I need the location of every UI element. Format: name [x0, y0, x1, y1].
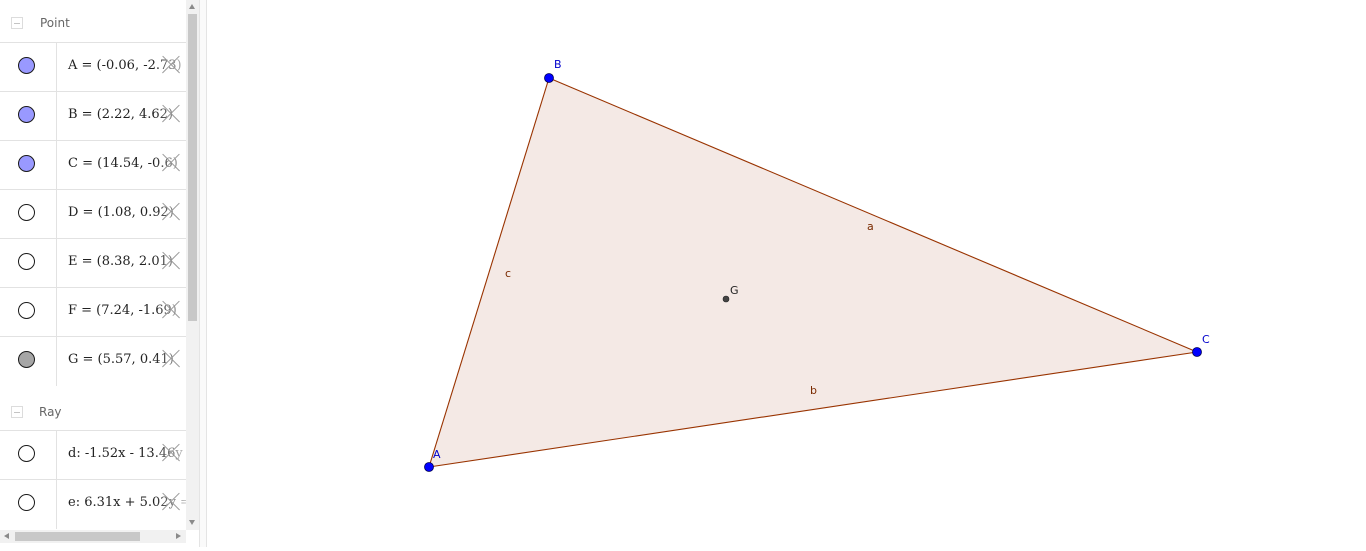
visibility-toggle-icon[interactable] — [18, 57, 35, 74]
visibility-toggle-icon[interactable] — [18, 253, 35, 270]
delete-icon[interactable] — [161, 153, 181, 173]
group-header: Point — [0, 0, 186, 42]
vertical-scrollbar[interactable] — [186, 0, 199, 530]
point-b[interactable] — [544, 73, 554, 83]
horizontal-scrollbar-thumb[interactable] — [15, 532, 140, 541]
vertical-scrollbar-thumb[interactable] — [188, 14, 197, 321]
scroll-left-arrow-icon[interactable] — [4, 533, 9, 539]
algebra-item[interactable]: D = (1.08, 0.92) — [0, 189, 186, 239]
collapse-minus-icon[interactable] — [11, 406, 23, 418]
delete-icon[interactable] — [161, 300, 181, 320]
point-label-b: B — [554, 58, 562, 71]
group-title: Ray — [39, 405, 62, 419]
visibility-cell — [0, 431, 57, 480]
segment-label-a: a — [867, 220, 874, 233]
delete-icon[interactable] — [161, 251, 181, 271]
algebra-item[interactable]: d: -1.52x - 13.46y = — [0, 430, 186, 480]
visibility-toggle-icon[interactable] — [18, 445, 35, 462]
algebra-item[interactable]: G = (5.57, 0.41) — [0, 336, 186, 386]
algebra-item[interactable]: C = (14.54, -0.6) — [0, 140, 186, 190]
visibility-cell — [0, 480, 57, 529]
group-header: Ray — [0, 388, 186, 430]
visibility-toggle-icon[interactable] — [18, 204, 35, 221]
algebra-item[interactable]: F = (7.24, -1.69) — [0, 287, 186, 337]
algebra-item[interactable]: B = (2.22, 4.62) — [0, 91, 186, 141]
algebra-item[interactable]: E = (8.38, 2.01) — [0, 238, 186, 288]
point-label-g: G — [730, 284, 739, 297]
visibility-cell — [0, 92, 57, 141]
scroll-down-arrow-icon[interactable] — [189, 520, 195, 525]
algebra-view: Point A = (-0.06, -2.73) B = (2.22, 4.62) C… — [0, 0, 200, 547]
algebra-item[interactable]: A = (-0.06, -2.73) — [0, 42, 186, 92]
visibility-toggle-icon[interactable] — [18, 302, 35, 319]
visibility-cell — [0, 43, 57, 92]
delete-icon[interactable] — [161, 492, 181, 512]
segment-label-c: c — [505, 267, 511, 280]
algebra-item-text[interactable]: G = (5.57, 0.41) — [68, 352, 174, 367]
algebra-item[interactable]: e: 6.31x + 5.02y = — [0, 479, 186, 529]
delete-icon[interactable] — [161, 202, 181, 222]
algebra-list: Point A = (-0.06, -2.73) B = (2.22, 4.62) C… — [0, 0, 186, 530]
scroll-right-arrow-icon[interactable] — [176, 533, 181, 539]
delete-icon[interactable] — [161, 104, 181, 124]
delete-icon[interactable] — [161, 443, 181, 463]
segment-label-b: b — [810, 384, 817, 397]
visibility-cell — [0, 141, 57, 190]
collapse-minus-icon[interactable] — [11, 17, 23, 29]
visibility-cell — [0, 337, 57, 386]
algebra-item-text[interactable]: B = (2.22, 4.62) — [68, 107, 173, 122]
delete-icon[interactable] — [161, 349, 181, 369]
visibility-cell — [0, 288, 57, 337]
point-label-a: A — [433, 448, 441, 461]
algebra-item-text[interactable]: E = (8.38, 2.01) — [68, 254, 173, 269]
visibility-toggle-icon[interactable] — [18, 155, 35, 172]
group-title: Point — [40, 16, 70, 30]
point-a[interactable] — [424, 462, 434, 472]
graphics-view[interactable]: a b c G A B C — [207, 0, 1366, 547]
visibility-toggle-icon[interactable] — [18, 351, 35, 368]
algebra-item-text[interactable]: D = (1.08, 0.92) — [68, 205, 174, 220]
scroll-up-arrow-icon[interactable] — [189, 4, 195, 9]
point-c[interactable] — [1192, 347, 1202, 357]
horizontal-scrollbar[interactable] — [0, 530, 186, 543]
view-splitter[interactable] — [199, 0, 207, 547]
delete-icon[interactable] — [161, 55, 181, 75]
graphics-canvas[interactable]: a b c G A B C — [207, 0, 1366, 547]
visibility-cell — [0, 190, 57, 239]
point-g[interactable] — [722, 295, 730, 303]
triangle-polygon[interactable] — [429, 78, 1197, 467]
visibility-cell — [0, 239, 57, 288]
visibility-toggle-icon[interactable] — [18, 106, 35, 123]
visibility-toggle-icon[interactable] — [18, 494, 35, 511]
point-label-c: C — [1202, 333, 1210, 346]
